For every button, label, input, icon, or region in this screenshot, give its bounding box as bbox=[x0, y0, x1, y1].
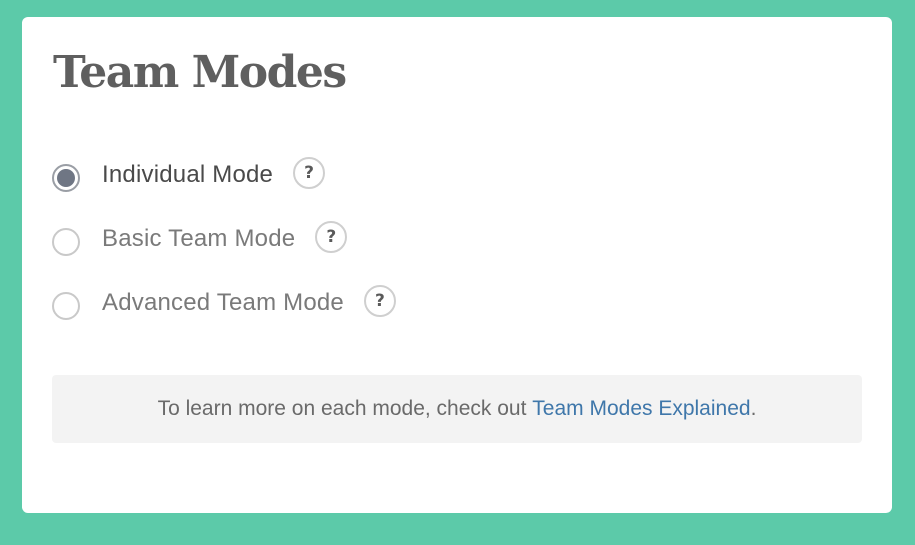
basic-team-mode-help-icon[interactable]: ? bbox=[315, 221, 348, 253]
individual-mode-help-icon[interactable]: ? bbox=[293, 157, 326, 189]
individual-mode-label[interactable]: Individual Mode bbox=[102, 161, 273, 189]
basic-team-mode-option[interactable]: Basic Team Mode ? bbox=[52, 221, 348, 257]
individual-mode-radio[interactable] bbox=[52, 164, 80, 192]
basic-team-mode-radio[interactable] bbox=[52, 228, 80, 256]
advanced-team-mode-radio[interactable] bbox=[52, 292, 80, 320]
info-box: To learn more on each mode, check out Te… bbox=[52, 375, 862, 443]
info-text-suffix: . bbox=[750, 397, 757, 420]
advanced-team-mode-label[interactable]: Advanced Team Mode bbox=[102, 289, 344, 317]
team-modes-card: Team Modes Individual Mode ? Basic Team … bbox=[22, 17, 892, 513]
info-text-prefix: To learn more on each mode, check out bbox=[157, 397, 533, 420]
page-title: Team Modes bbox=[53, 47, 347, 98]
radio-selected-dot bbox=[57, 169, 75, 187]
basic-team-mode-label[interactable]: Basic Team Mode bbox=[102, 225, 295, 253]
team-modes-explained-link[interactable]: Team Modes Explained bbox=[532, 397, 750, 421]
individual-mode-option[interactable]: Individual Mode ? bbox=[52, 157, 326, 193]
advanced-team-mode-help-icon[interactable]: ? bbox=[363, 285, 396, 317]
advanced-team-mode-option[interactable]: Advanced Team Mode ? bbox=[52, 285, 396, 321]
